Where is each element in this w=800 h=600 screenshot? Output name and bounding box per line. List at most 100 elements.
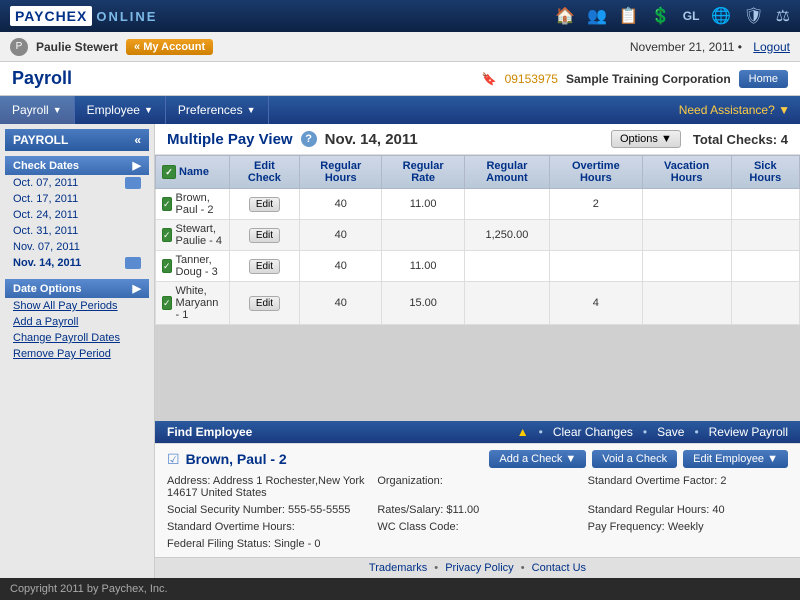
logo-online-text: ONLINE — [96, 9, 157, 24]
company-icon: 🔖 — [482, 72, 497, 86]
rates-salary-text: Rates/Salary: $11.00 — [377, 504, 479, 516]
options-button[interactable]: Options ▼ — [611, 130, 681, 148]
standard-overtime-factor-text: Standard Overtime Factor: 2 — [588, 475, 727, 487]
sidebar-collapse-icon[interactable]: « — [134, 133, 141, 147]
row4-regular-amount — [464, 282, 549, 325]
page-title: Payroll — [12, 68, 72, 89]
pay-view-header: Multiple Pay View ? Nov. 14, 2011 Option… — [155, 124, 800, 155]
col-select-all[interactable]: ✓ Name — [156, 156, 230, 189]
field-address: Address: Address 1 Rochester,New York 14… — [167, 474, 367, 500]
contact-us-link[interactable]: Contact Us — [532, 562, 586, 574]
company-info: 🔖 09153975 Sample Training Corporation H… — [482, 70, 788, 88]
void-check-button[interactable]: Void a Check — [592, 450, 677, 468]
row1-edit-button[interactable]: Edit — [249, 197, 280, 212]
option-change-dates[interactable]: Change Payroll Dates — [5, 330, 149, 346]
row3-edit-button[interactable]: Edit — [249, 259, 280, 274]
globe-icon[interactable]: 🌐 — [711, 6, 731, 26]
logo-paychex-text: PAYCHEX — [10, 6, 92, 26]
home-icon[interactable]: 🏠 — [555, 6, 575, 26]
gl-icon[interactable]: GL — [683, 9, 700, 23]
company-name: Sample Training Corporation — [566, 72, 731, 86]
select-all-checkbox[interactable]: ✓ — [162, 165, 176, 179]
row1-edit[interactable]: Edit — [229, 189, 299, 220]
option-show-all[interactable]: Show All Pay Periods — [5, 298, 149, 314]
row1-checkbox[interactable]: ✓ — [162, 197, 172, 211]
check-dates-header[interactable]: Check Dates ▶ — [5, 156, 149, 175]
date-3-text: Oct. 24, 2011 — [13, 209, 78, 221]
row3-checkbox[interactable]: ✓ — [162, 259, 172, 273]
shield-icon[interactable]: 🛡 — [743, 6, 763, 26]
option-add-payroll[interactable]: Add a Payroll — [5, 314, 149, 330]
pay-view-title-group: Multiple Pay View ? Nov. 14, 2011 — [167, 131, 418, 148]
trademarks-link[interactable]: Trademarks — [369, 562, 427, 574]
nav-payroll-label: Payroll — [12, 103, 49, 117]
table-row: ✓ White, Maryann - 1 Edit 40 15.00 4 — [156, 282, 800, 325]
field-standard-overtime-factor: Standard Overtime Factor: 2 — [588, 474, 788, 500]
reports-icon[interactable]: 📋 — [619, 6, 639, 26]
nav-assistance[interactable]: Need Assistance? ▼ — [669, 103, 800, 117]
title-bar: Payroll 🔖 09153975 Sample Training Corpo… — [0, 62, 800, 96]
col-edit-check: EditCheck — [229, 156, 299, 189]
row4-edit[interactable]: Edit — [229, 282, 299, 325]
row2-checkbox[interactable]: ✓ — [162, 228, 172, 242]
standard-regular-hours-text: Standard Regular Hours: 40 — [588, 504, 725, 516]
date-2-text: Oct. 17, 2011 — [13, 193, 78, 205]
my-account-button[interactable]: « My Account — [126, 39, 213, 55]
row3-edit[interactable]: Edit — [229, 251, 299, 282]
row4-edit-button[interactable]: Edit — [249, 296, 280, 311]
row1-regular-hours: 40 — [300, 189, 382, 220]
date-options-header[interactable]: Date Options ▶ — [5, 279, 149, 298]
users-icon[interactable]: 👥 — [587, 6, 607, 26]
date-item-2[interactable]: Oct. 17, 2011 — [5, 191, 149, 207]
row1-regular-rate: 11.00 — [382, 189, 464, 220]
pay-table-container: ✓ Name EditCheck RegularHours RegularRat… — [155, 155, 800, 421]
save-link[interactable]: Save — [657, 425, 684, 439]
field-ssn: Social Security Number: 555-55-5555 — [167, 503, 367, 517]
option-remove-period[interactable]: Remove Pay Period — [5, 346, 149, 362]
date-item-5[interactable]: Nov. 07, 2011 — [5, 239, 149, 255]
review-payroll-link[interactable]: Review Payroll — [709, 425, 788, 439]
row3-sick-hours — [731, 251, 799, 282]
row2-name: ✓ Stewart, Paulie - 4 — [156, 220, 230, 251]
warning-icon: ▲ — [517, 425, 529, 439]
date-5-text: Nov. 07, 2011 — [13, 241, 80, 253]
row1-vacation-hours — [642, 189, 731, 220]
date-1-text: Oct. 07, 2011 — [13, 177, 78, 189]
date-item-3[interactable]: Oct. 24, 2011 — [5, 207, 149, 223]
find-employee-label: Find Employee — [167, 425, 252, 439]
add-check-button[interactable]: Add a Check ▼ — [489, 450, 586, 468]
edit-employee-button[interactable]: Edit Employee ▼ — [683, 450, 788, 468]
date-item-6[interactable]: Nov. 14, 2011 — [5, 255, 149, 271]
home-button[interactable]: Home — [739, 70, 788, 88]
help-icon[interactable]: ? — [301, 131, 317, 147]
paychex-logo: PAYCHEX ONLINE — [10, 6, 157, 26]
find-employee-bar: Find Employee ▲ • Clear Changes • Save •… — [155, 421, 800, 443]
row4-regular-hours: 40 — [300, 282, 382, 325]
sidebar: PAYROLL « Check Dates ▶ Oct. 07, 2011 Oc… — [0, 124, 155, 578]
nav-preferences[interactable]: Preferences ▼ — [166, 96, 269, 124]
nav-payroll[interactable]: Payroll ▼ — [0, 96, 75, 124]
row1-name-text: Brown, Paul - 2 — [176, 192, 223, 216]
row4-name: ✓ White, Maryann - 1 — [156, 282, 230, 325]
money-icon[interactable]: 💲 — [651, 6, 671, 26]
row3-regular-amount — [464, 251, 549, 282]
date-item-4[interactable]: Oct. 31, 2011 — [5, 223, 149, 239]
date-item-1[interactable]: Oct. 07, 2011 — [5, 175, 149, 191]
nav-preferences-label: Preferences — [178, 103, 243, 117]
row2-edit-button[interactable]: Edit — [249, 228, 280, 243]
row3-name: ✓ Tanner, Doug - 3 — [156, 251, 230, 282]
clear-changes-link[interactable]: Clear Changes — [553, 425, 633, 439]
row1-name: ✓ Brown, Paul - 2 — [156, 189, 230, 220]
nav-left: Payroll ▼ Employee ▼ Preferences ▼ — [0, 96, 269, 124]
organization-text: Organization: — [377, 475, 442, 487]
scale-icon[interactable]: ⚖ — [776, 6, 790, 26]
nav-bar: Payroll ▼ Employee ▼ Preferences ▼ Need … — [0, 96, 800, 124]
privacy-policy-link[interactable]: Privacy Policy — [445, 562, 513, 574]
row2-edit[interactable]: Edit — [229, 220, 299, 251]
current-date: November 21, 2011 — [630, 40, 735, 54]
logout-button[interactable]: Logout — [753, 40, 790, 54]
row3-overtime-hours — [550, 251, 643, 282]
nav-employee[interactable]: Employee ▼ — [75, 96, 166, 124]
footer-links: Trademarks • Privacy Policy • Contact Us — [155, 557, 800, 578]
row4-checkbox[interactable]: ✓ — [162, 296, 172, 310]
